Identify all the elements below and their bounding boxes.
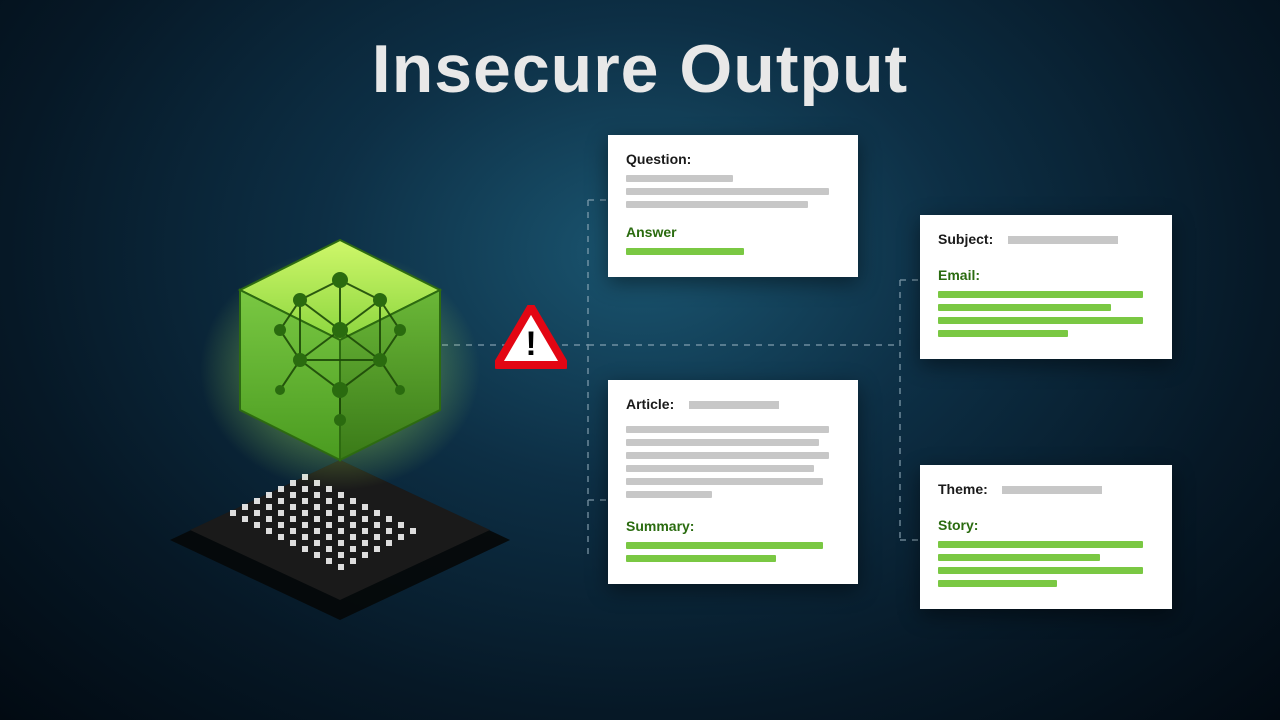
- story-label: Story:: [938, 517, 978, 533]
- story-theme-label: Theme:: [938, 481, 988, 497]
- warning-icon: !: [495, 305, 567, 369]
- qa-question-label: Question:: [626, 151, 691, 167]
- output-card-qa: Question: Answer: [608, 135, 858, 277]
- email-body-label: Email:: [938, 267, 980, 283]
- output-card-article: Article: Summary:: [608, 380, 858, 584]
- email-subject-label: Subject:: [938, 231, 993, 247]
- output-card-email: Subject: Email:: [920, 215, 1172, 359]
- output-card-story: Theme: Story:: [920, 465, 1172, 609]
- qa-answer-label: Answer: [626, 224, 677, 240]
- article-label: Article:: [626, 396, 674, 412]
- svg-text:!: !: [525, 325, 536, 363]
- ai-model-icon: [150, 210, 530, 630]
- summary-label: Summary:: [626, 518, 694, 534]
- page-title: Insecure Output: [0, 30, 1280, 108]
